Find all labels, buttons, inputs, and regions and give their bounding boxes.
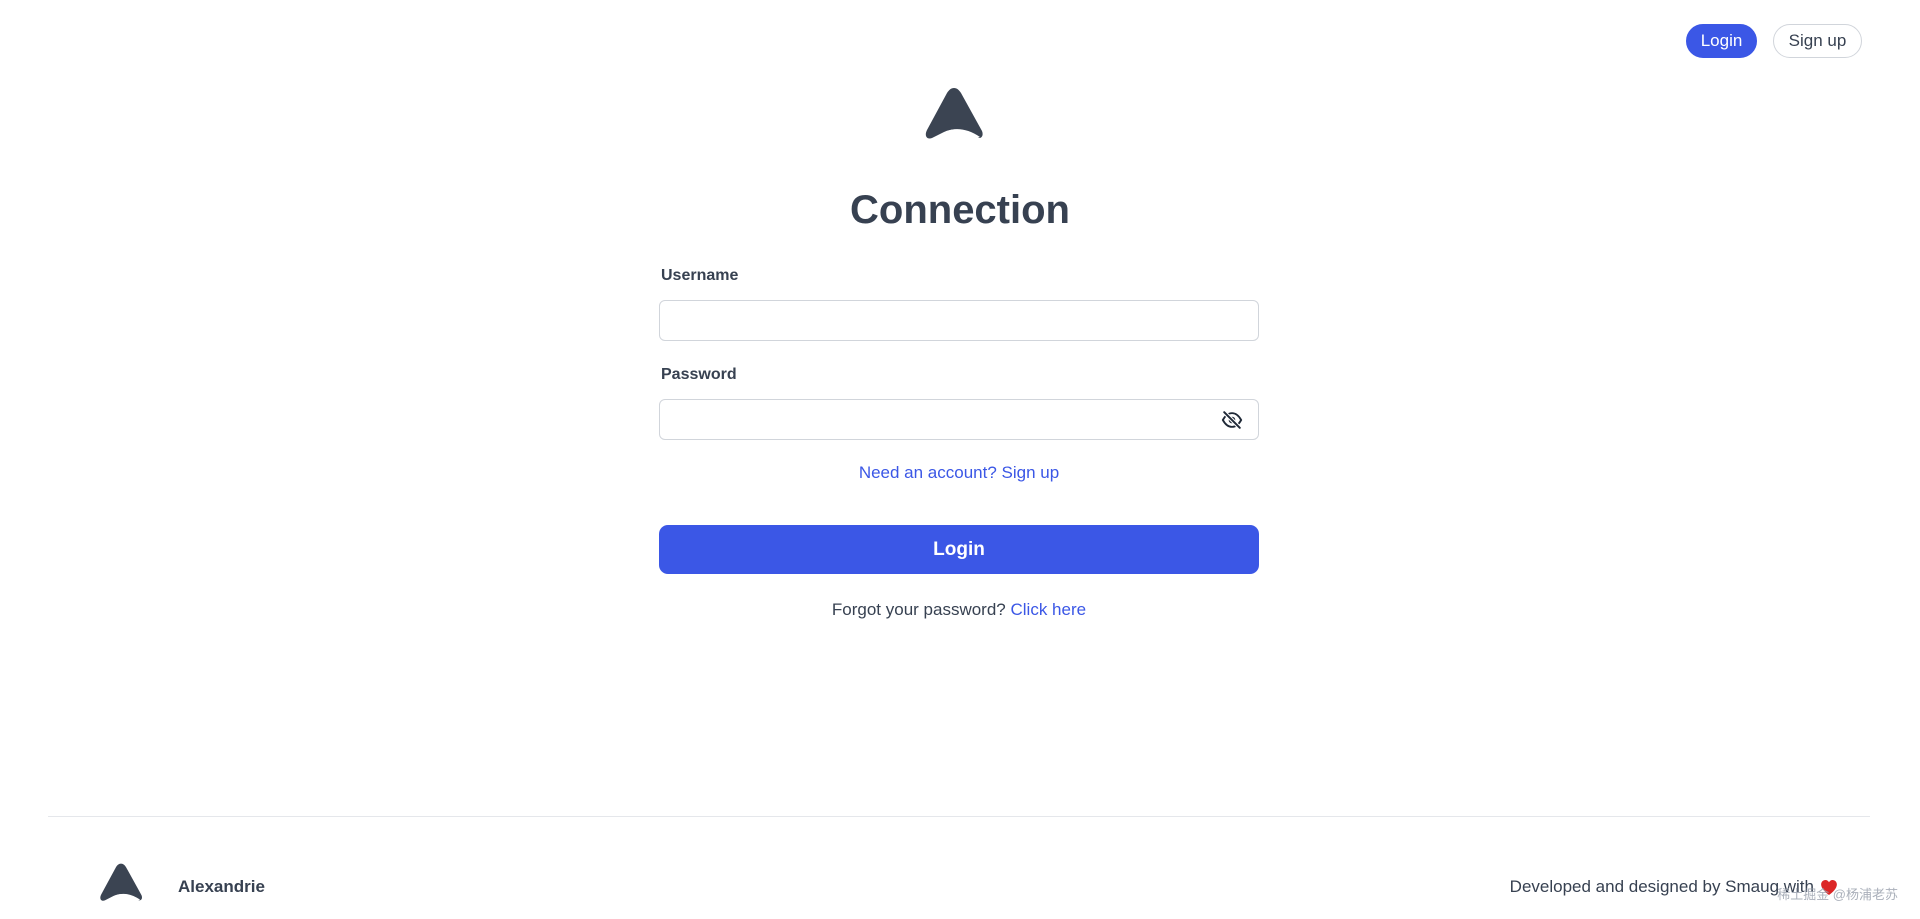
reset-password-link[interactable]: Click here <box>1011 600 1087 619</box>
password-input[interactable] <box>659 399 1259 440</box>
username-input[interactable] <box>659 300 1259 341</box>
top-nav: Login Sign up <box>1686 24 1862 58</box>
login-submit-button[interactable]: Login <box>659 525 1259 574</box>
password-label: Password <box>661 366 737 383</box>
login-page: Login Sign up Connection Username Passwo… <box>0 0 1920 919</box>
forgot-password: Forgot your password? Click here <box>659 600 1259 620</box>
footer-divider <box>48 816 1870 817</box>
signup-link[interactable]: Need an account? Sign up <box>659 463 1259 483</box>
footer-credit-text: Developed and designed by Smaug with <box>1509 877 1814 896</box>
watermark: 稀土掘金 @杨浦老苏 <box>1777 887 1898 902</box>
page-title: Connection <box>850 188 1070 232</box>
nav-login-button[interactable]: Login <box>1686 24 1757 58</box>
footer-brand: Alexandrie <box>178 877 265 896</box>
username-label: Username <box>661 267 739 284</box>
alexandrie-logo-icon <box>925 88 983 140</box>
forgot-password-text: Forgot your password? <box>831 600 1006 619</box>
eye-slash-icon[interactable] <box>1221 409 1243 431</box>
footer-logo-icon <box>100 863 142 902</box>
nav-signup-button[interactable]: Sign up <box>1773 24 1862 58</box>
